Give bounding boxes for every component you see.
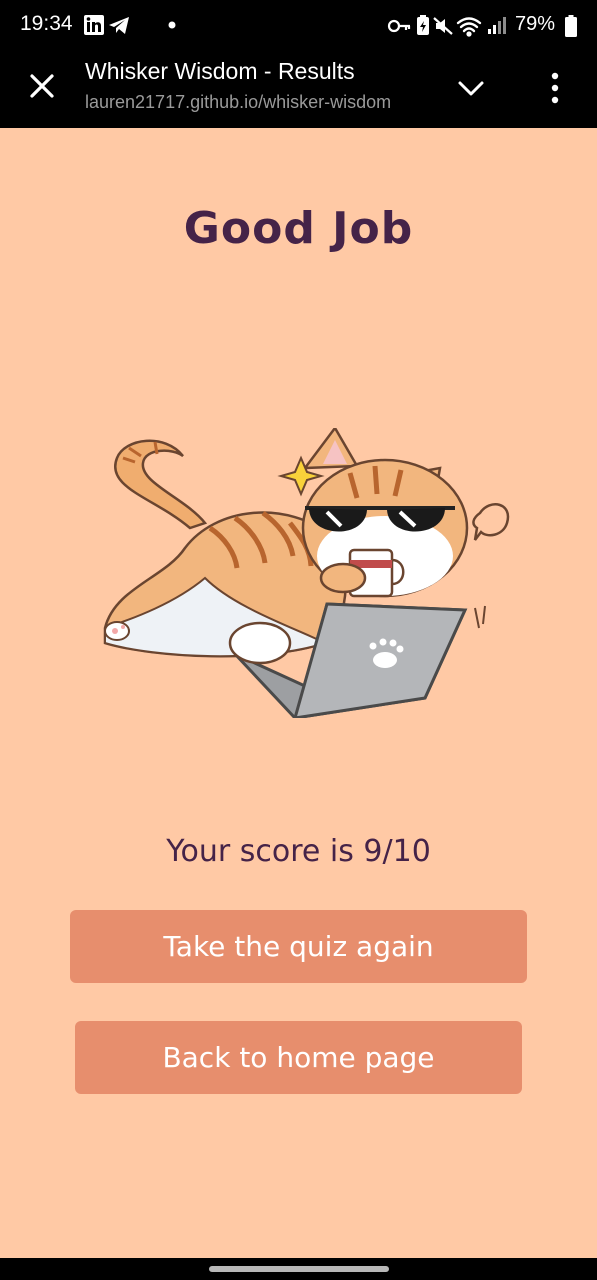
signal-icon [488, 17, 506, 34]
chevron-down-icon[interactable] [455, 72, 487, 104]
telegram-icon [109, 17, 129, 34]
battery-saver-icon [417, 15, 429, 35]
back-home-button[interactable]: Back to home page [75, 1021, 522, 1094]
status-time: 19:34 [20, 12, 73, 35]
results-page: Good Job Your score is 9/10 Take the qui… [0, 128, 597, 1258]
battery-icon [565, 15, 577, 37]
page-title: Whisker Wisdom - Results [85, 58, 355, 84]
status-left-icons [84, 15, 176, 35]
battery-percentage: 79% [515, 13, 556, 35]
results-heading: Good Job [183, 203, 414, 254]
cat-laptop-illustration [103, 428, 510, 718]
status-bar: 19:34 79% [0, 0, 597, 50]
retake-quiz-button[interactable]: Take the quiz again [70, 910, 527, 983]
status-right-icons [387, 15, 506, 37]
mute-icon [433, 17, 453, 35]
notification-dot-icon [168, 21, 176, 29]
browser-toolbar: Whisker Wisdom - Results lauren21717.git… [0, 50, 597, 128]
wifi-icon [456, 17, 482, 37]
system-navigation-bar [0, 1258, 597, 1280]
close-icon[interactable] [24, 68, 60, 104]
page-url[interactable]: lauren21717.github.io/whisker-wisdom [85, 92, 430, 113]
key-icon [387, 19, 411, 33]
linkedin-icon [84, 15, 104, 35]
more-options-icon[interactable] [540, 70, 570, 106]
score-text: Your score is 9/10 [166, 834, 431, 869]
home-gesture-handle[interactable] [209, 1266, 389, 1272]
